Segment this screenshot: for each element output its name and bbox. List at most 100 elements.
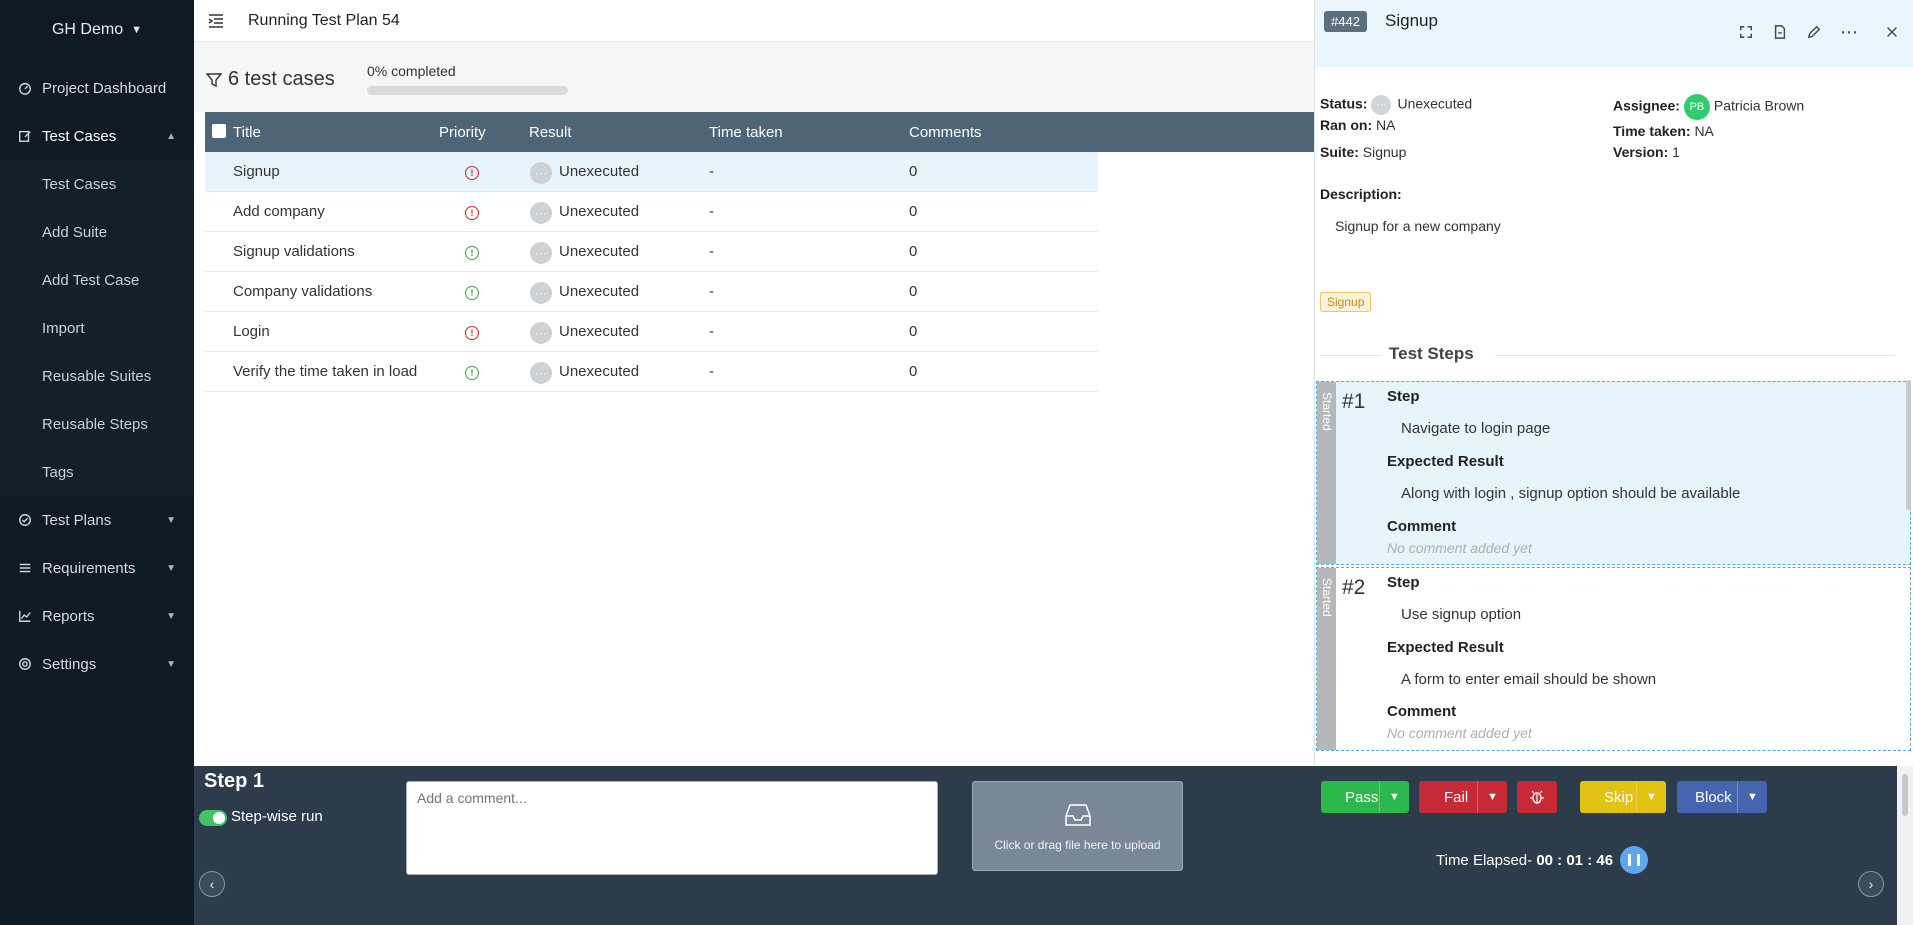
step-number: #2 — [1342, 576, 1366, 599]
sub-import[interactable]: Import — [0, 304, 194, 352]
skip-button[interactable]: Skip ▼ — [1580, 781, 1666, 813]
divider — [1495, 355, 1895, 356]
nav-requirements[interactable]: Requirements ▼ — [0, 544, 194, 592]
table-row[interactable]: Add company! ··· Unexecuted - 0 — [205, 192, 1098, 232]
table-header: Title Priority Result Time taken Comment… — [205, 112, 1314, 152]
row-result: Unexecuted — [559, 203, 640, 220]
time-taken-field: Time taken: NA — [1613, 123, 1714, 139]
result-status-icon: ··· — [530, 362, 552, 384]
row-title[interactable]: Add company — [233, 203, 325, 220]
pass-button[interactable]: Pass ▼ — [1321, 781, 1409, 813]
row-title[interactable]: Verify the time taken in load — [233, 363, 417, 380]
panel-scrollbar[interactable] — [1906, 380, 1911, 510]
comment-text: No comment added yet — [1387, 540, 1532, 556]
step-text: Use signup option — [1401, 606, 1522, 623]
row-title[interactable]: Signup — [233, 163, 280, 180]
chevron-down-icon: ▼ — [166, 610, 176, 622]
row-result: Unexecuted — [559, 163, 640, 180]
block-button[interactable]: Block ▼ — [1677, 781, 1767, 813]
block-dropdown-icon[interactable]: ▼ — [1737, 781, 1767, 813]
org-switcher[interactable]: GH Demo ▼ — [0, 0, 194, 60]
report-bug-button[interactable] — [1517, 781, 1557, 813]
col-title[interactable]: Title — [233, 124, 261, 141]
row-time-taken: - — [709, 283, 714, 300]
sub-add-suite[interactable]: Add Suite — [0, 208, 194, 256]
row-result: Unexecuted — [559, 243, 640, 260]
sub-reusable-steps[interactable]: Reusable Steps — [0, 400, 194, 448]
nav-label: Settings — [42, 655, 97, 673]
expand-icon[interactable] — [1738, 24, 1754, 40]
ran-on-field: Ran on: NA — [1320, 117, 1396, 133]
row-title[interactable]: Login — [233, 323, 270, 340]
nav-reports[interactable]: Reports ▼ — [0, 592, 194, 640]
table-row[interactable]: Signup! ··· Unexecuted - 0 — [205, 152, 1098, 192]
test-step-1[interactable]: Started #1 Step Navigate to login page E… — [1316, 381, 1911, 565]
test-step-2[interactable]: Started #2 Step Use signup option Expect… — [1316, 567, 1911, 751]
comment-input[interactable] — [406, 781, 938, 875]
table-row[interactable]: Login! ··· Unexecuted - 0 — [205, 312, 1098, 352]
pass-dropdown-icon[interactable]: ▼ — [1379, 781, 1409, 813]
priority-high-icon: ! — [465, 166, 479, 180]
comment-text: No comment added yet — [1387, 725, 1532, 741]
sub-add-test-case[interactable]: Add Test Case — [0, 256, 194, 304]
tag-badge[interactable]: Signup — [1320, 292, 1372, 312]
chevron-up-icon: ▲ — [166, 130, 176, 142]
suite-value: Signup — [1362, 144, 1407, 160]
table-row[interactable]: Company validations! ··· Unexecuted - 0 — [205, 272, 1098, 312]
sub-reusable-suites[interactable]: Reusable Suites — [0, 352, 194, 400]
summary-bar: 6 test cases 0% completed — [194, 42, 1314, 112]
table-row[interactable]: Signup validations! ··· Unexecuted - 0 — [205, 232, 1098, 272]
row-comments: 0 — [909, 323, 918, 340]
col-priority[interactable]: Priority — [439, 124, 486, 141]
nav-label: Requirements — [42, 559, 136, 577]
sub-tags[interactable]: Tags — [0, 448, 194, 496]
time-taken-value: NA — [1694, 123, 1714, 139]
steps-heading: Test Steps — [1389, 344, 1474, 363]
case-id-badge: #442 — [1324, 11, 1367, 32]
chevron-down-icon: ▼ — [166, 562, 176, 574]
close-icon[interactable] — [1884, 24, 1900, 40]
col-comments[interactable]: Comments — [909, 124, 982, 141]
row-time-taken: - — [709, 363, 714, 380]
status-value: Unexecuted — [1397, 95, 1473, 112]
col-time-taken[interactable]: Time taken — [709, 124, 783, 141]
ran-on-value: NA — [1376, 117, 1396, 133]
edit-icon — [18, 129, 32, 143]
nav-settings[interactable]: Settings ▼ — [0, 640, 194, 688]
pause-button[interactable] — [1620, 846, 1648, 874]
next-step-button[interactable]: › — [1858, 871, 1884, 897]
pdf-icon[interactable] — [1772, 24, 1788, 40]
nav-project-dashboard[interactable]: Project Dashboard — [0, 64, 194, 112]
row-comments: 0 — [909, 203, 918, 220]
nav-test-cases[interactable]: Test Cases ▲ — [0, 112, 194, 160]
sub-test-cases[interactable]: Test Cases — [0, 160, 194, 208]
nav-test-plans[interactable]: Test Plans ▼ — [0, 496, 194, 544]
file-upload-dropzone[interactable]: Click or drag file here to upload — [972, 781, 1183, 871]
edit-icon[interactable] — [1806, 24, 1822, 40]
select-all-checkbox[interactable] — [212, 124, 226, 138]
scrollbar-thumb[interactable] — [1902, 774, 1908, 816]
result-status-icon: ··· — [530, 162, 552, 184]
previous-step-button[interactable]: ‹ — [199, 871, 225, 897]
description-text: Signup for a new company — [1335, 218, 1501, 234]
menu-collapse-icon[interactable] — [206, 11, 226, 31]
row-title[interactable]: Company validations — [233, 283, 372, 300]
step-label: Step — [1387, 388, 1420, 405]
priority-low-icon: ! — [465, 286, 479, 300]
fail-button[interactable]: Fail ▼ — [1419, 781, 1507, 813]
fail-dropdown-icon[interactable]: ▼ — [1477, 781, 1507, 813]
col-result[interactable]: Result — [529, 124, 572, 141]
test-case-detail-panel: #442 Signup ⋯ Status: ··· Unexecuted Ran o… — [1314, 0, 1913, 766]
skip-dropdown-icon[interactable]: ▼ — [1636, 781, 1666, 813]
more-icon[interactable]: ⋯ — [1840, 22, 1858, 42]
page-scrollbar[interactable] — [1897, 766, 1913, 925]
execution-bar: Step 1 Step-wise run Click or drag file … — [194, 766, 1913, 925]
stepwise-toggle[interactable] — [199, 810, 227, 826]
timer-value: 00 : 01 : 46 — [1536, 852, 1614, 869]
test-case-table: Title Priority Result Time taken Comment… — [205, 112, 1314, 392]
pause-icon — [1628, 854, 1640, 866]
row-title[interactable]: Signup validations — [233, 243, 355, 260]
case-count[interactable]: 6 test cases — [206, 68, 335, 91]
status-field: Status: ··· Unexecuted — [1320, 95, 1472, 115]
table-row[interactable]: Verify the time taken in load! ··· Unexecu… — [205, 352, 1098, 392]
